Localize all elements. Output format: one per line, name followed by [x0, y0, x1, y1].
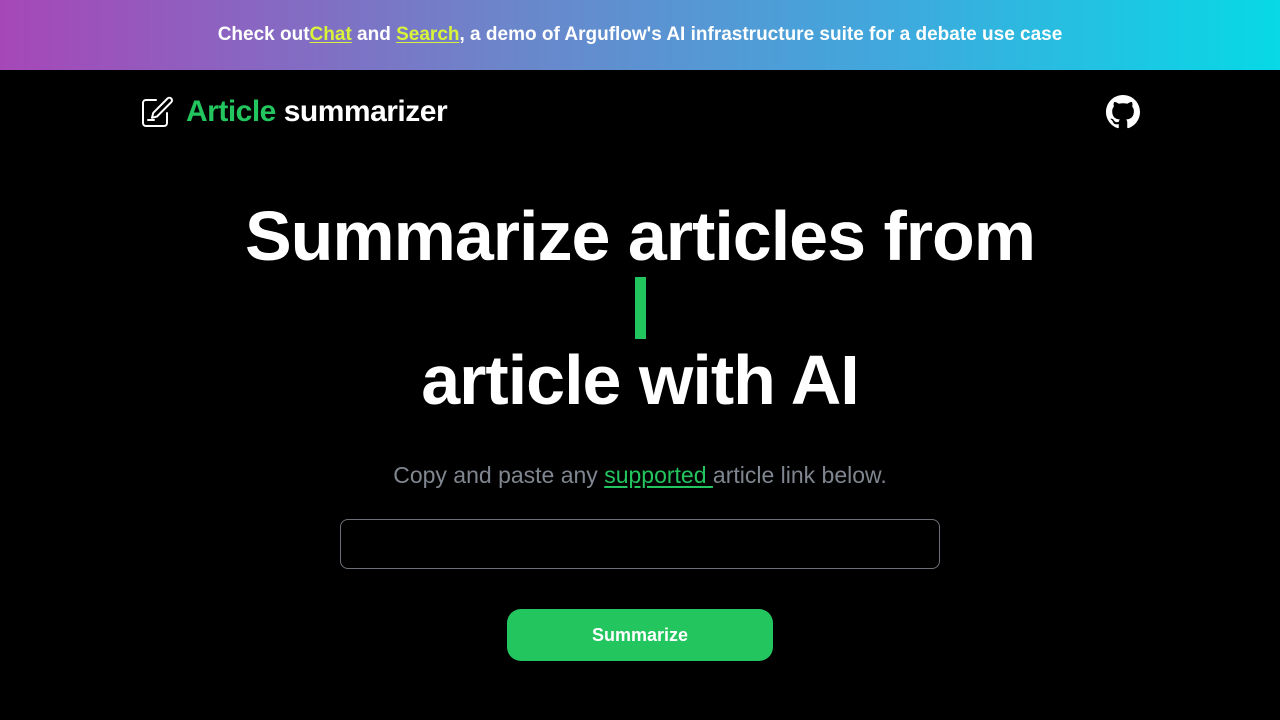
announcement-banner: Check out Chat and Search , a demo of Ar… — [0, 0, 1280, 70]
hero-line-3: article with AI — [421, 341, 860, 419]
banner-text-suffix: , a demo of Arguflow's AI infrastructure… — [459, 24, 1063, 45]
subtitle: Copy and paste any supported article lin… — [0, 462, 1280, 489]
summarize-button[interactable]: Summarize — [507, 609, 773, 661]
banner-link-search[interactable]: Search — [396, 24, 459, 46]
banner-text-middle: and — [351, 24, 397, 45]
subtitle-prefix: Copy and paste any — [393, 462, 605, 488]
logo-text: Article summarizer — [186, 95, 448, 129]
typing-line — [0, 272, 1280, 344]
github-icon[interactable] — [1106, 95, 1140, 129]
edit-note-icon — [142, 96, 173, 127]
logo-text-rest: summarizer — [275, 95, 448, 128]
logo-text-accent: Article — [186, 95, 276, 128]
typing-cursor — [634, 277, 646, 339]
hero-line-1: Summarize articles from — [244, 197, 1036, 275]
banner-link-chat[interactable]: Chat — [310, 24, 352, 46]
subtitle-suffix: article link below. — [712, 462, 887, 488]
article-url-input[interactable] — [340, 519, 940, 569]
navbar: Article summarizer — [140, 92, 1140, 132]
logo[interactable]: Article summarizer — [140, 92, 448, 132]
supported-link[interactable]: supported — [604, 462, 713, 488]
banner-text-prefix: Check out — [217, 24, 310, 45]
hero-heading: Summarize articles from article with AI — [0, 200, 1280, 416]
